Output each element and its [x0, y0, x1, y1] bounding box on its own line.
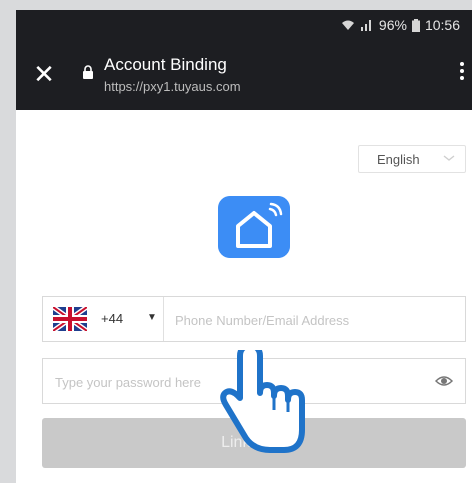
battery-percent: 96% — [378, 17, 407, 33]
close-icon[interactable]: ✕ — [30, 60, 58, 88]
page-url: https://pxy1.tuyaus.com — [104, 79, 241, 94]
pointing-hand-icon — [220, 350, 305, 453]
caret-down-icon[interactable]: ▼ — [147, 312, 157, 323]
field-divider — [163, 297, 164, 341]
eye-icon[interactable] — [435, 374, 453, 388]
country-code[interactable]: +44 — [101, 311, 123, 326]
phone-email-input[interactable] — [173, 297, 457, 343]
status-indicators: 96% 10:56 — [341, 17, 460, 33]
language-select[interactable]: English — [358, 145, 466, 173]
wifi-icon — [341, 20, 354, 30]
smart-home-logo — [218, 196, 290, 258]
battery-icon — [411, 18, 420, 32]
clock: 10:56 — [424, 17, 460, 33]
status-bar: 96% 10:56 — [16, 10, 472, 40]
page-title: Account Binding — [104, 55, 227, 74]
phone-screen: 96% 10:56 ✕ Account Binding https://pxy1… — [16, 10, 472, 483]
phone-email-field: +44 ▼ — [42, 296, 466, 343]
app-bar: ✕ Account Binding https://pxy1.tuyaus.co… — [16, 40, 472, 110]
lock-icon — [83, 65, 93, 79]
uk-flag-icon[interactable] — [53, 307, 87, 331]
signal-icon — [360, 20, 371, 31]
more-vert-icon[interactable] — [458, 62, 466, 86]
chevron-down-icon — [443, 155, 455, 161]
language-selected: English — [377, 152, 420, 167]
